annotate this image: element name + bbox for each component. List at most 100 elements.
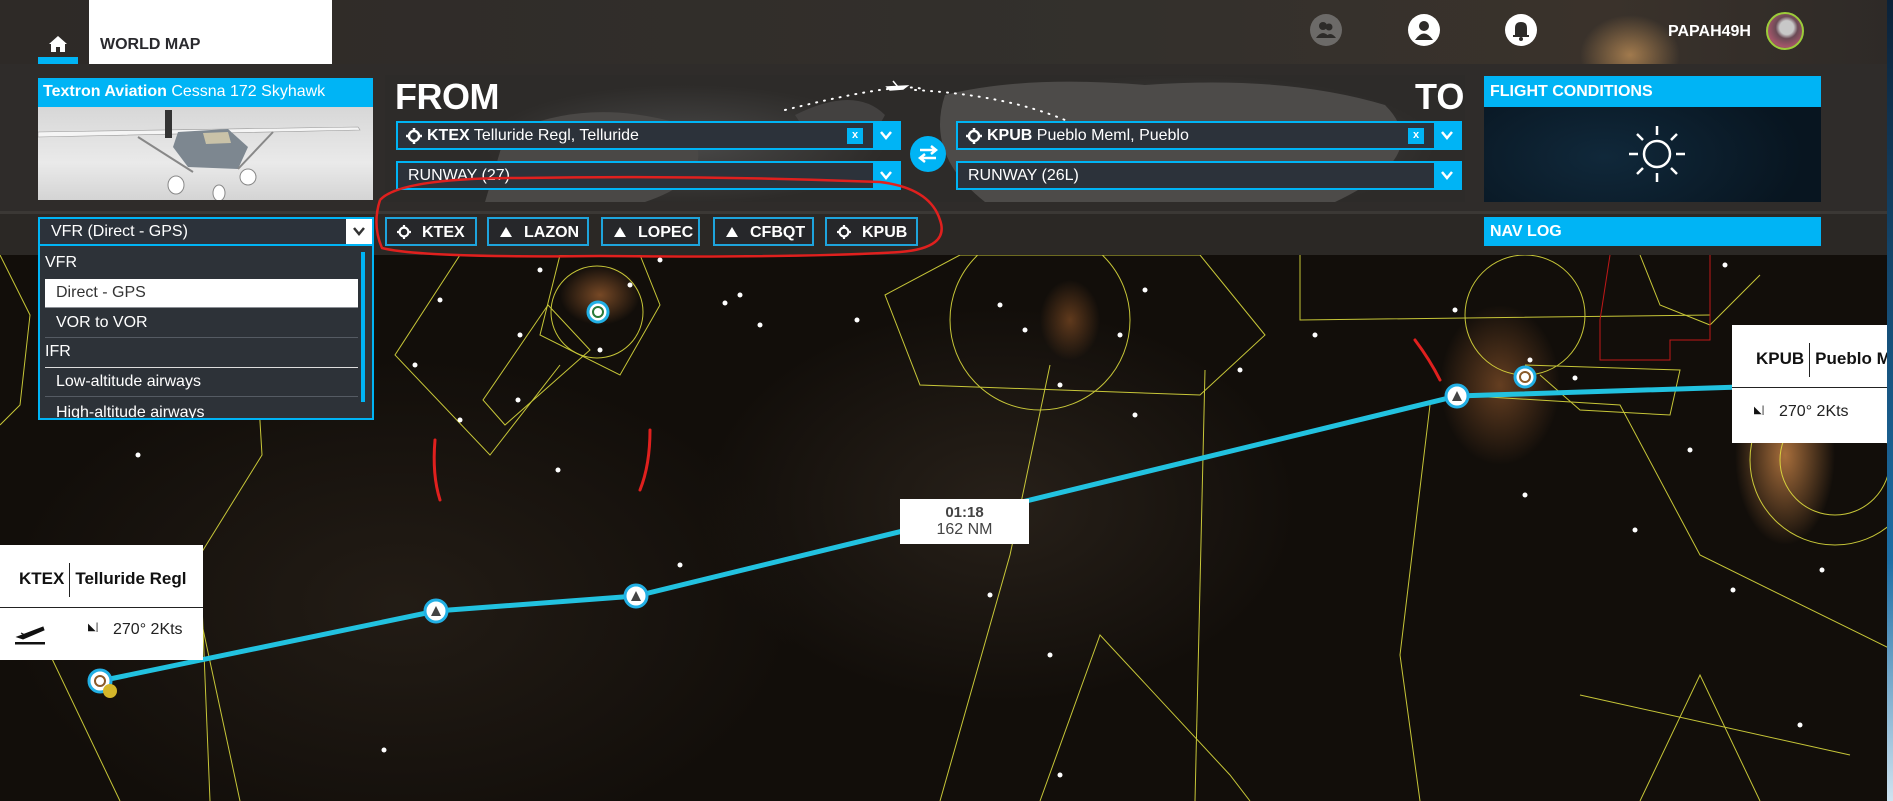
window-edge — [1887, 0, 1893, 801]
from-label: FROM — [395, 76, 499, 117]
nav-log-button[interactable]: NAV LOG — [1484, 217, 1821, 246]
leg-info-label: 01:18 162 NM — [900, 499, 1029, 544]
flight-conditions-title: FLIGHT CONDITIONS — [1484, 76, 1821, 107]
waypoint-chip-cfbqt[interactable]: CFBQT — [713, 217, 814, 246]
annotation-mark — [432, 438, 442, 502]
home-icon — [49, 36, 67, 52]
airport-marker-ktex[interactable] — [87, 668, 117, 698]
waypoint-chip-lopec[interactable]: LOPEC — [601, 217, 700, 246]
dropdown-option-low-altitude[interactable]: Low-altitude airways — [45, 368, 358, 397]
leg-distance: 162 NM — [936, 521, 993, 538]
restricted-airspace — [1599, 255, 1711, 361]
aircraft-model: Cessna 172 Skyhawk — [171, 83, 326, 100]
flight-conditions-panel[interactable]: FLIGHT CONDITIONS — [1484, 76, 1821, 202]
airport-icon — [406, 128, 422, 144]
clear-departure-button[interactable]: x — [847, 128, 863, 144]
notifications-bell-icon[interactable] — [1505, 14, 1537, 46]
chevron-down-icon — [880, 131, 892, 140]
arrival-runway-select[interactable]: RUNWAY (26L) — [956, 161, 1462, 190]
aircraft-image — [38, 107, 373, 200]
dropdown-group-label: IFR — [45, 343, 358, 368]
profile-icon[interactable] — [1408, 14, 1440, 46]
flight-conditions-preview — [1484, 107, 1821, 202]
dropdown-option-vor-to-vor[interactable]: VOR to VOR — [45, 309, 358, 338]
waypoint-marker-lazon[interactable] — [423, 598, 449, 624]
flight-type-select[interactable]: VFR (Direct - GPS) — [38, 217, 374, 246]
arrival-airport-field[interactable]: KPUB Pueblo Meml, Pueblo x — [956, 121, 1462, 150]
airspace-poly — [1039, 634, 1251, 801]
username[interactable]: PAPAH49H — [1668, 23, 1751, 41]
aircraft-brand: Textron Aviation — [43, 83, 167, 100]
flight-type-value: VFR (Direct - GPS) — [51, 223, 188, 240]
flight-type-dropdown-button[interactable] — [346, 219, 372, 244]
windsock-icon: ◣| — [1754, 405, 1765, 416]
arrival-runway: RUNWAY (26L) — [968, 167, 1079, 184]
triangle-waypoint-icon — [726, 227, 738, 237]
dropdown-scrollbar[interactable] — [361, 252, 365, 402]
leg-time: 01:18 — [945, 504, 984, 521]
arrival-card-name: Pueblo Me — [1815, 349, 1887, 369]
waypoint-label: KTEX — [422, 224, 465, 241]
departure-runway: RUNWAY (27) — [408, 167, 510, 184]
departure-card-icao: KTEX — [19, 569, 65, 589]
windsock-icon: ◣| — [88, 622, 99, 633]
waypoint-label: KPUB — [862, 224, 908, 241]
departure-card-name: Telluride Regl — [75, 569, 187, 589]
arrival-airport-card[interactable]: KPUB Pueblo Me ◣| 270° 2Kts — [1732, 325, 1887, 443]
arrival-name: Pueblo Meml, Pueblo — [1036, 127, 1189, 144]
world-map-tab-label: WORLD MAP — [100, 36, 201, 53]
sun-icon — [1629, 126, 1685, 182]
airspace-poly — [1639, 673, 1761, 801]
departure-runway-select[interactable]: RUNWAY (27) — [396, 161, 901, 190]
dropdown-option-high-altitude[interactable]: High-altitude airways — [45, 399, 358, 418]
arrival-card-icao: KPUB — [1756, 349, 1805, 369]
airspace-poly — [0, 255, 31, 426]
divider — [1809, 343, 1811, 377]
waypoint-label: LAZON — [524, 224, 580, 241]
departure-icao: KTEX — [427, 127, 470, 144]
triangle-waypoint-icon — [614, 227, 626, 237]
friends-icon[interactable] — [1310, 14, 1342, 46]
clear-arrival-button[interactable]: x — [1408, 128, 1424, 144]
departure-runway-dropdown-button[interactable] — [873, 163, 899, 188]
avatar[interactable] — [1766, 12, 1804, 50]
arrival-icao: KPUB — [987, 127, 1033, 144]
home-tab[interactable] — [38, 30, 78, 64]
chevron-down-icon — [353, 227, 365, 236]
waypoint-chip-ktex[interactable]: KTEX — [385, 217, 477, 246]
top-navigation-bar: WORLD MAP PAPAH49H — [0, 0, 1893, 70]
arrival-runway-dropdown-button[interactable] — [1434, 163, 1460, 188]
departure-airport-field[interactable]: KTEX Telluride Regl, Telluride x — [396, 121, 901, 150]
flight-type-dropdown-list: VFR Direct - GPS VOR to VOR IFR Low-alti… — [38, 246, 374, 420]
departure-airport-card[interactable]: KTEX Telluride Regl ◣| 270° 2Kts — [0, 545, 203, 660]
swap-airports-button[interactable] — [910, 136, 946, 172]
arrival-dropdown-button[interactable] — [1434, 123, 1460, 148]
waypoint-marker-cfbqt[interactable] — [1444, 383, 1470, 409]
annotation-marks — [432, 338, 1442, 502]
divider — [69, 563, 71, 597]
takeoff-icon — [15, 626, 45, 645]
waypoint-label: CFBQT — [750, 224, 806, 241]
aircraft-card[interactable]: Textron Aviation Cessna 172 Skyhawk — [38, 78, 373, 200]
departure-wind: 270° 2Kts — [113, 621, 183, 638]
airspace-poly — [1399, 404, 1431, 801]
airspace-poly — [394, 255, 561, 456]
airspace-poly — [884, 255, 1266, 396]
waypoint-chip-kpub[interactable]: KPUB — [825, 217, 918, 246]
annotation-mark — [1413, 338, 1442, 382]
airport-icon — [966, 128, 982, 144]
departure-dropdown-button[interactable] — [873, 123, 899, 148]
dropdown-option-direct-gps[interactable]: Direct - GPS — [45, 279, 358, 308]
airport-icon — [837, 225, 851, 239]
airport-marker[interactable] — [586, 300, 610, 324]
world-map-tab[interactable]: WORLD MAP — [89, 0, 332, 64]
departure-name: Telluride Regl, Telluride — [473, 127, 639, 144]
airport-marker[interactable] — [1513, 365, 1537, 389]
airspace-poly — [1639, 255, 1761, 326]
waypoint-chip-lazon[interactable]: LAZON — [487, 217, 589, 246]
annotation-mark — [638, 428, 652, 492]
chevron-down-icon — [1441, 171, 1453, 180]
swap-arrows-icon — [917, 145, 939, 163]
favorite-star-icon — [103, 684, 117, 698]
waypoint-marker-lopec[interactable] — [623, 583, 649, 609]
